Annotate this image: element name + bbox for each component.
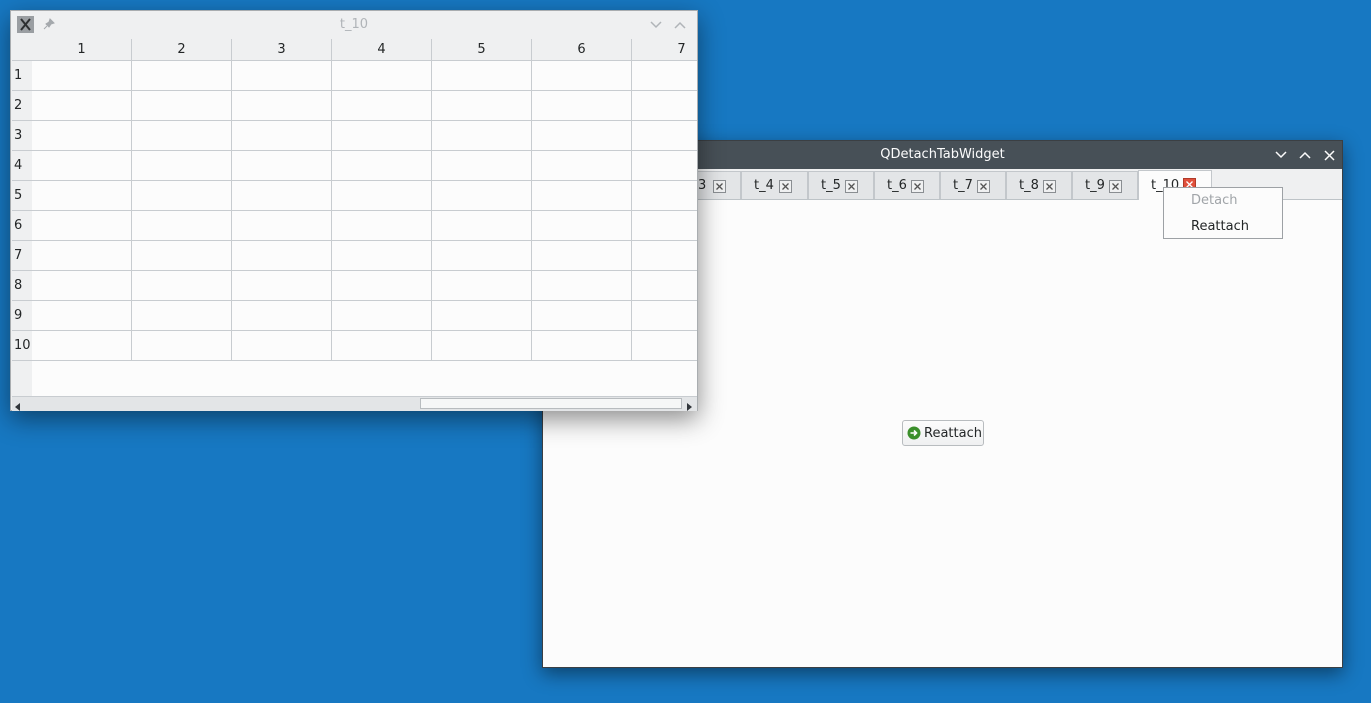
row-header-cell[interactable]: 3 bbox=[12, 121, 32, 151]
table-grid[interactable] bbox=[32, 61, 697, 361]
menu-item-detach: Detach bbox=[1191, 193, 1238, 208]
close-icon[interactable] bbox=[1320, 146, 1338, 164]
detached-window: t_10 1 2 3 4 5 6 7 1 2 3 4 5 6 7 8 9 10 bbox=[10, 10, 698, 411]
detached-titlebar[interactable]: t_10 bbox=[11, 11, 697, 39]
row-header-cell[interactable]: 8 bbox=[12, 271, 32, 301]
tab-t7[interactable]: t_7 bbox=[940, 171, 1006, 199]
tab-t9[interactable]: t_9 bbox=[1072, 171, 1138, 199]
column-header-cell[interactable]: 1 bbox=[32, 39, 132, 60]
row-header-cell[interactable]: 6 bbox=[12, 211, 32, 241]
tab-close-icon[interactable] bbox=[713, 180, 726, 193]
tab-close-icon[interactable] bbox=[977, 180, 990, 193]
scroll-right-icon[interactable] bbox=[687, 400, 693, 415]
column-header-cell[interactable]: 2 bbox=[132, 39, 232, 60]
tab-t5[interactable]: t_5 bbox=[808, 171, 874, 199]
column-header-cell[interactable]: 3 bbox=[232, 39, 332, 60]
tab-t8[interactable]: t_8 bbox=[1006, 171, 1072, 199]
column-header-cell[interactable]: 6 bbox=[532, 39, 632, 60]
row-header-cell[interactable]: 5 bbox=[12, 181, 32, 211]
tab-t4[interactable]: t_4 bbox=[741, 171, 808, 199]
arrow-right-circle-icon bbox=[907, 426, 921, 440]
row-header-cell[interactable]: 2 bbox=[12, 91, 32, 121]
tab-label: t_6 bbox=[887, 178, 907, 193]
menu-item-reattach[interactable]: Reattach bbox=[1191, 219, 1249, 234]
tab-close-icon[interactable] bbox=[911, 180, 924, 193]
tab-close-icon[interactable] bbox=[845, 180, 858, 193]
column-header-cell[interactable]: 4 bbox=[332, 39, 432, 60]
scrollbar-handle[interactable] bbox=[420, 398, 682, 409]
horizontal-scrollbar[interactable] bbox=[12, 396, 697, 411]
table-view[interactable]: 1 2 3 4 5 6 7 1 2 3 4 5 6 7 8 9 10 bbox=[12, 39, 697, 396]
row-header-cell[interactable]: 7 bbox=[12, 241, 32, 271]
column-header-cell[interactable]: 5 bbox=[432, 39, 532, 60]
reattach-button-label: Reattach bbox=[924, 425, 982, 441]
row-header-cell[interactable]: 10 bbox=[12, 331, 32, 361]
chevron-down-icon[interactable] bbox=[647, 16, 665, 34]
tab-close-icon[interactable] bbox=[1109, 180, 1122, 193]
chevron-down-icon[interactable] bbox=[1272, 146, 1290, 164]
chevron-up-icon[interactable] bbox=[1296, 146, 1314, 164]
detached-window-title: t_10 bbox=[339, 17, 369, 32]
scroll-left-icon[interactable] bbox=[15, 400, 21, 415]
row-header-cell[interactable]: 1 bbox=[12, 61, 32, 91]
tab-label: t_9 bbox=[1085, 178, 1105, 193]
tab-label: t_5 bbox=[821, 178, 841, 193]
reattach-button[interactable]: Reattach bbox=[902, 420, 984, 446]
tab-close-icon[interactable] bbox=[1043, 180, 1056, 193]
tab-context-menu: Detach Reattach bbox=[1163, 187, 1283, 239]
tab-t6[interactable]: t_6 bbox=[874, 171, 940, 199]
column-header: 1 2 3 4 5 6 7 bbox=[12, 39, 697, 61]
tab-label: t_4 bbox=[754, 178, 774, 193]
tab-label: 3 bbox=[698, 178, 707, 193]
column-header-cell[interactable]: 7 bbox=[632, 39, 697, 60]
row-header-cell[interactable]: 4 bbox=[12, 151, 32, 181]
tab-label: t_8 bbox=[1019, 178, 1039, 193]
row-header-cell[interactable]: 9 bbox=[12, 301, 32, 331]
tab-close-icon[interactable] bbox=[779, 180, 792, 193]
tab-label: t_7 bbox=[953, 178, 973, 193]
row-header: 1 2 3 4 5 6 7 8 9 10 bbox=[12, 61, 32, 396]
chevron-up-icon[interactable] bbox=[671, 16, 689, 34]
